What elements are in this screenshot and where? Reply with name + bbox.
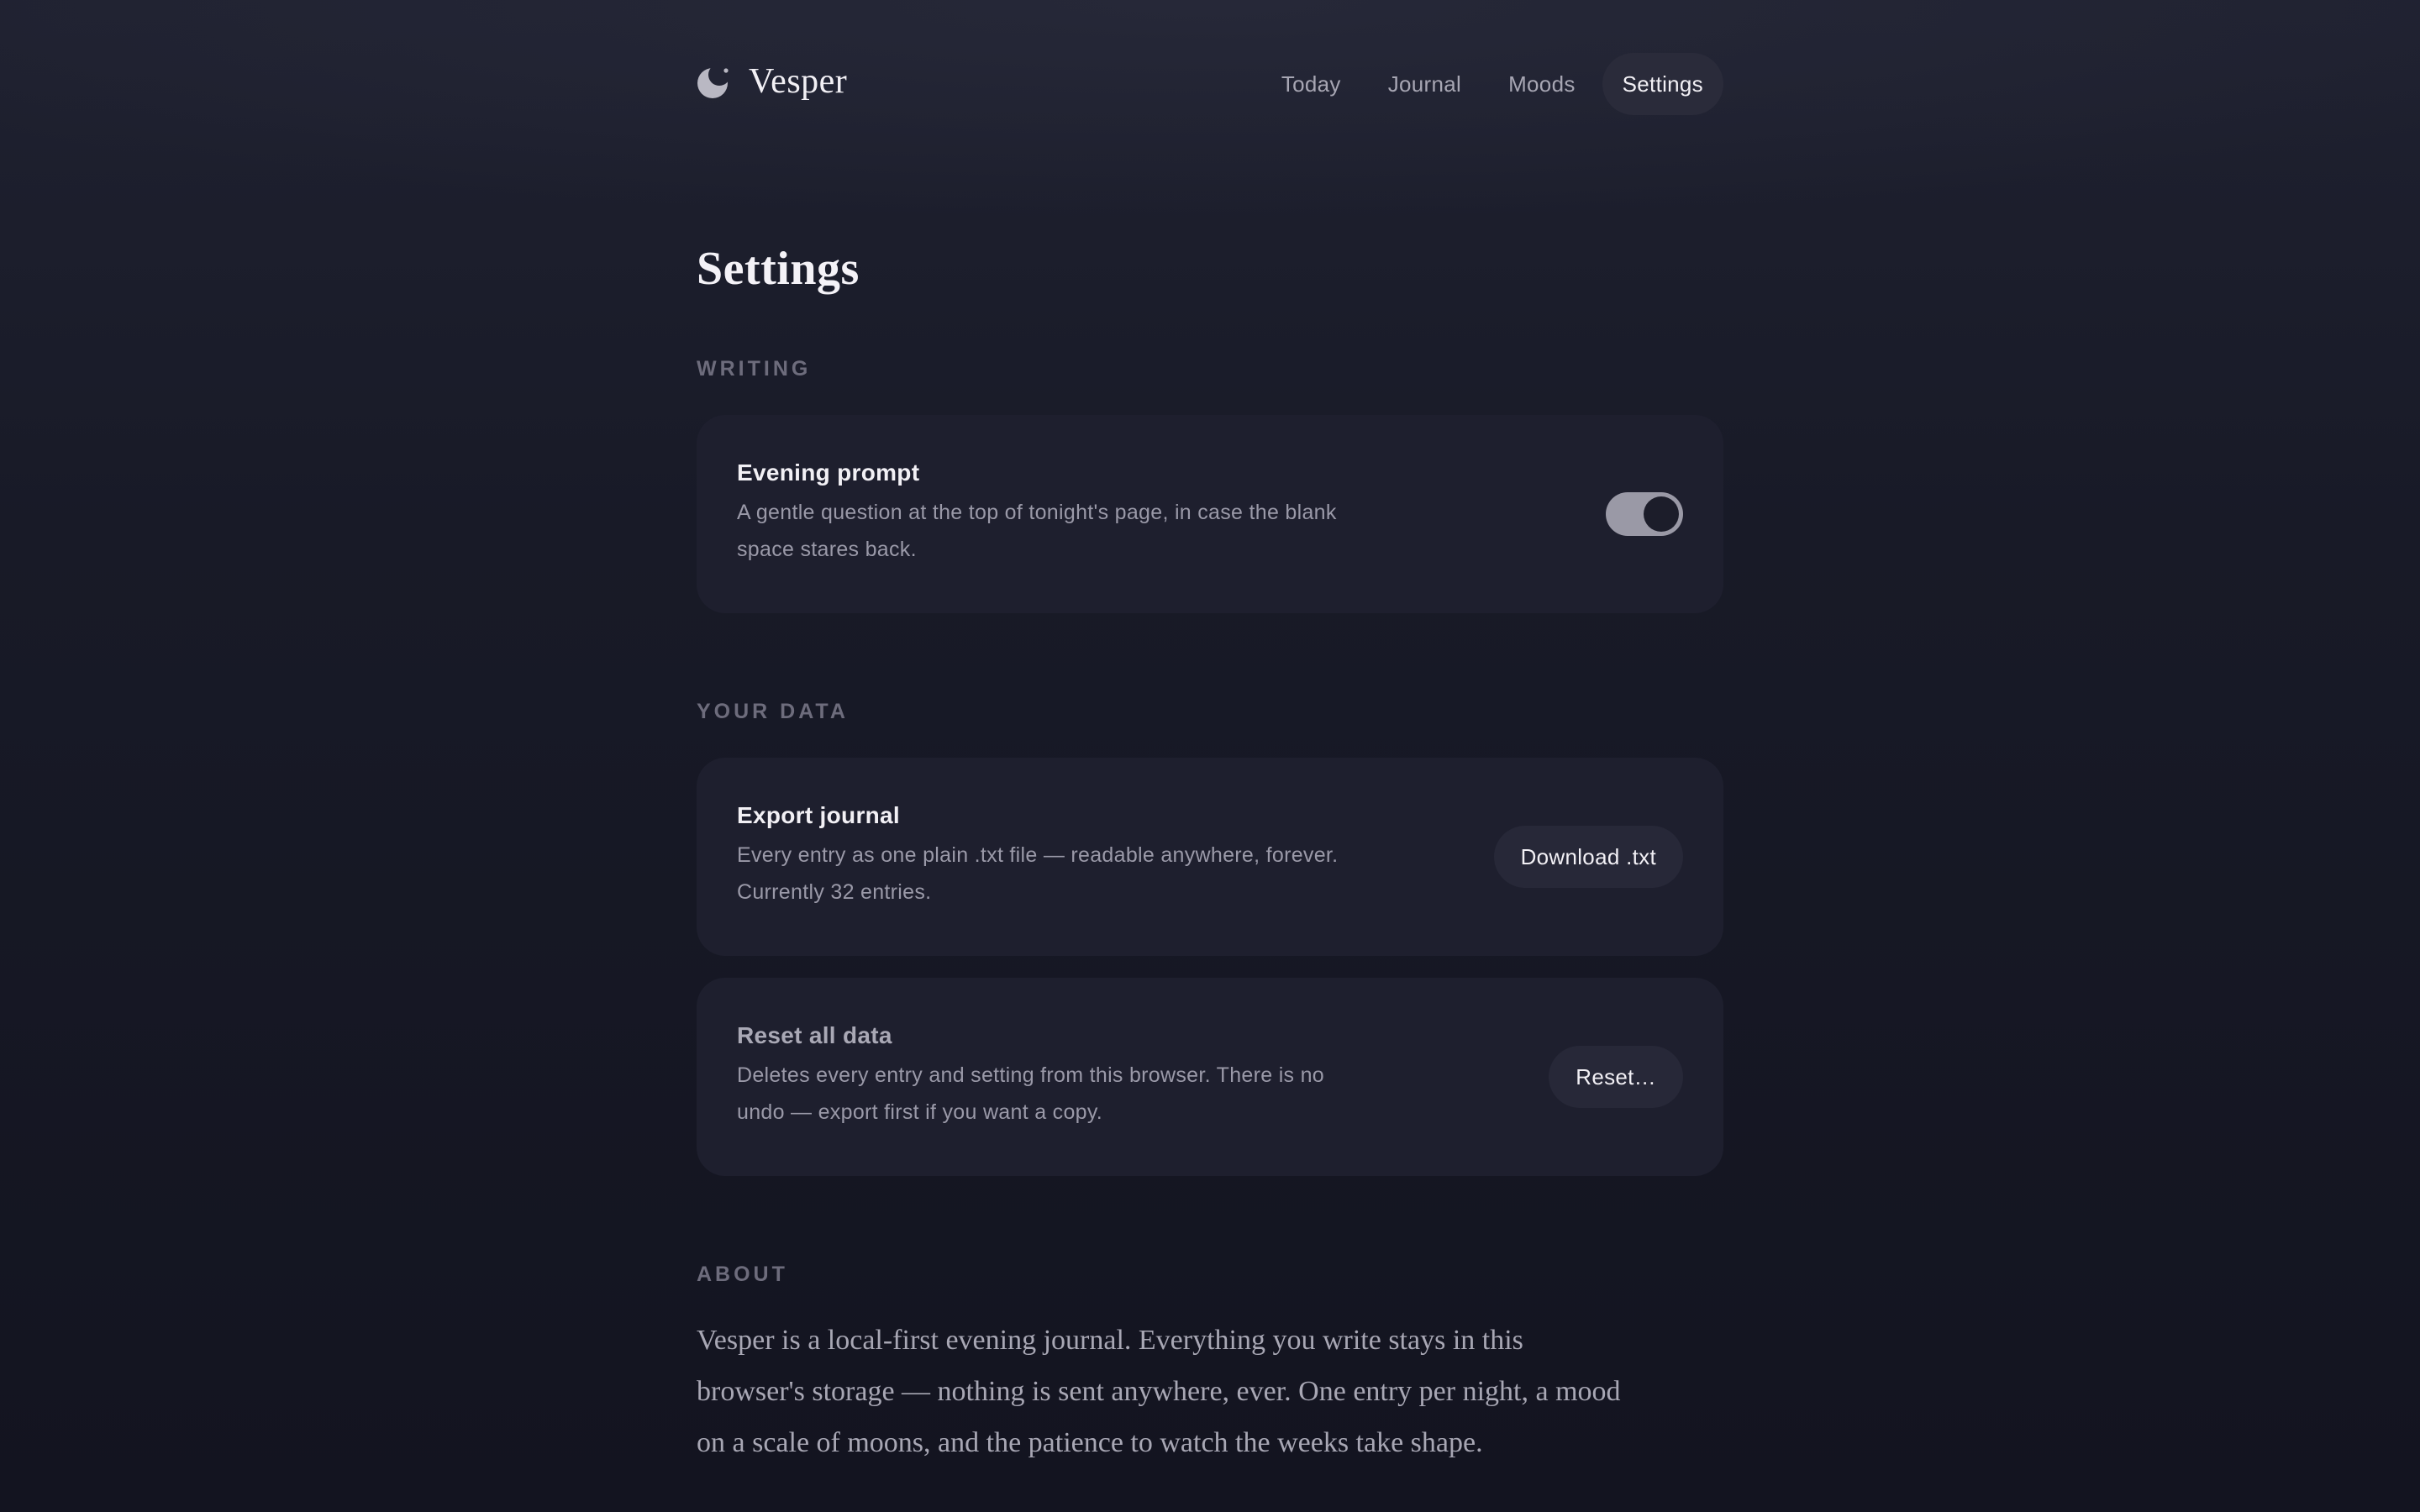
section-label-about: ABOUT [697, 1263, 788, 1286]
main-nav: Today Journal Moods Settings [1255, 53, 1723, 115]
nav-journal[interactable]: Journal [1368, 53, 1481, 115]
reset-data-card: Reset all data Deletes every entry and s… [697, 978, 1723, 1176]
page-title: Settings [697, 243, 860, 295]
evening-prompt-card: Evening prompt A gentle question at the … [697, 415, 1723, 613]
reset-data-title: Reset all data [737, 1022, 892, 1048]
reset-button[interactable]: Reset… [1549, 1046, 1683, 1108]
toggle-knob [1644, 496, 1679, 532]
export-journal-title: Export journal [737, 802, 900, 828]
header: Vesper Today Journal Moods Settings [697, 0, 1723, 168]
download-txt-button[interactable]: Download .txt [1493, 826, 1683, 888]
nav-moods[interactable]: Moods [1488, 53, 1596, 115]
evening-prompt-description: A gentle question at the top of tonight'… [737, 501, 1337, 561]
evening-prompt-toggle[interactable] [1606, 492, 1683, 536]
section-label-your-data: YOUR DATA [697, 700, 849, 723]
about-text: Vesper is a local-first evening journal.… [697, 1325, 1621, 1458]
export-journal-card: Export journal Every entry as one plain … [697, 758, 1723, 956]
section-label-writing: WRITING [697, 357, 812, 381]
reset-data-description: Deletes every entry and setting from thi… [737, 1063, 1325, 1124]
page: Vesper Today Journal Moods Settings Sett… [697, 0, 1723, 1458]
nav-today[interactable]: Today [1261, 53, 1361, 115]
nav-settings[interactable]: Settings [1602, 53, 1723, 115]
export-journal-description: Every entry as one plain .txt file — rea… [737, 843, 1339, 904]
evening-prompt-title: Evening prompt [737, 459, 920, 486]
crescent-moon-icon [697, 64, 732, 99]
brand[interactable]: Vesper [697, 61, 847, 102]
app-name: Vesper [749, 62, 848, 101]
